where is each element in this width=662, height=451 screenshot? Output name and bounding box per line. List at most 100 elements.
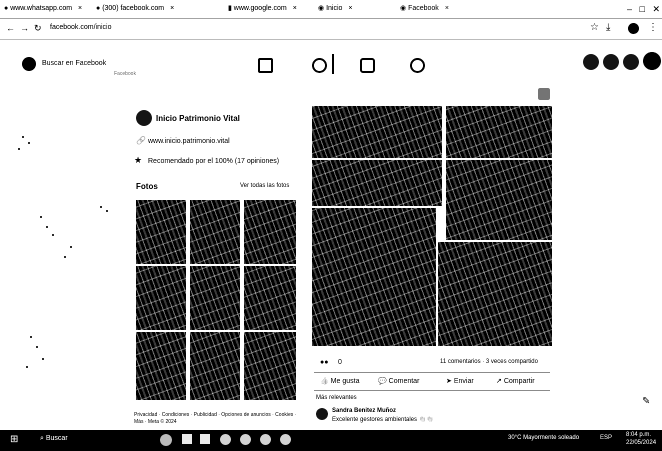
- share-icon: ↗: [496, 378, 502, 385]
- windows-start-icon[interactable]: ⊞: [10, 434, 18, 445]
- send-icon: ➤: [446, 378, 452, 385]
- search-icon: ⌕: [40, 435, 44, 442]
- photo-thumbnail[interactable]: [244, 200, 296, 264]
- tab-label: www.google.com: [233, 5, 287, 12]
- more-options-icon[interactable]: [538, 88, 550, 100]
- taskbar-app-icon[interactable]: [240, 434, 251, 445]
- page-footer[interactable]: Privacidad · Condiciones · Publicidad · …: [134, 412, 300, 426]
- address-input[interactable]: facebook.com/inicio: [50, 24, 111, 31]
- home-icon[interactable]: [258, 58, 273, 73]
- reactions-icon[interactable]: ●●: [320, 358, 328, 367]
- tab-label: Inicio: [326, 5, 343, 12]
- sidebar-caption: Facebook: [114, 71, 136, 77]
- maximize-icon[interactable]: □: [640, 4, 645, 14]
- taskbar-app-icon[interactable]: [280, 434, 291, 445]
- post-photo[interactable]: [438, 242, 552, 346]
- menu-icon[interactable]: ⋮: [648, 22, 658, 33]
- reload-icon[interactable]: ↻: [34, 23, 42, 34]
- profile-avatar[interactable]: [628, 23, 639, 34]
- post-photo[interactable]: [312, 208, 436, 346]
- send-button[interactable]: ➤ Enviar: [446, 377, 474, 386]
- browser-tab[interactable]: ● (300) facebook.com ×: [96, 2, 226, 16]
- recommendation-text: Recomendado por el 100% (17 opiniones): [148, 158, 280, 165]
- taskbar-app-icon[interactable]: [182, 434, 192, 444]
- right-sidebar: ✎: [554, 96, 662, 430]
- photo-thumbnail[interactable]: [244, 332, 296, 400]
- window-controls: – □ ✕: [560, 2, 660, 16]
- browser-tab[interactable]: ◉ Inicio ×: [318, 2, 398, 16]
- like-icon: 👍: [320, 378, 329, 385]
- close-icon[interactable]: ×: [293, 5, 297, 12]
- taskbar-app-icon[interactable]: [260, 434, 271, 445]
- notifications-icon[interactable]: [623, 54, 639, 70]
- photo-thumbnail[interactable]: [136, 332, 186, 400]
- close-icon[interactable]: ×: [348, 5, 352, 12]
- like-label: Me gusta: [330, 378, 360, 385]
- active-tab-indicator: [332, 54, 334, 74]
- page-avatar[interactable]: [136, 110, 152, 126]
- photo-thumbnail[interactable]: [190, 332, 240, 400]
- photo-thumbnail[interactable]: [190, 200, 240, 264]
- groups-icon[interactable]: [410, 58, 425, 73]
- photo-thumbnail[interactable]: [136, 266, 186, 330]
- star-icon: ★: [134, 155, 143, 165]
- forward-icon[interactable]: →: [20, 23, 29, 33]
- comment-icon: 💬: [378, 378, 387, 385]
- close-icon[interactable]: ×: [78, 5, 82, 12]
- post-photo[interactable]: [446, 160, 552, 240]
- new-message-icon[interactable]: ✎: [642, 396, 650, 407]
- facebook-logo-icon[interactable]: [22, 57, 36, 71]
- marketplace-icon[interactable]: [360, 58, 375, 73]
- see-all-photos-link[interactable]: Ver todas las fotos: [240, 182, 289, 191]
- comment-author[interactable]: Sandra Benitez Muñoz: [332, 407, 396, 416]
- divider: [314, 372, 550, 373]
- taskbar-search[interactable]: ⌕ Buscar: [40, 435, 68, 443]
- language-indicator[interactable]: ESP: [600, 435, 612, 441]
- post-photo[interactable]: [312, 160, 442, 206]
- feed-post: ●● 0 11 comentarios · 3 veces compartido…: [308, 88, 554, 430]
- download-icon[interactable]: ⤓: [606, 22, 610, 33]
- post-photo[interactable]: [446, 106, 552, 158]
- taskbar-app-icon[interactable]: [160, 434, 172, 446]
- relevance-filter[interactable]: Más relevantes: [316, 394, 357, 403]
- browser-tab[interactable]: ● www.whatsapp.com ×: [4, 2, 94, 16]
- video-icon[interactable]: [312, 58, 327, 73]
- taskbar-app-icon[interactable]: [200, 434, 210, 444]
- page-link[interactable]: www.inicio.patrimonio.vital: [148, 137, 230, 146]
- search-label: Buscar: [45, 435, 68, 442]
- commenter-avatar[interactable]: [316, 408, 328, 420]
- account-avatar[interactable]: [643, 52, 661, 70]
- address-bar-row: ← → ↻ facebook.com/inicio ☆ ⤓ ⋮: [0, 19, 662, 40]
- taskbar-app-icon[interactable]: [220, 434, 231, 445]
- reactions-count[interactable]: 0: [338, 358, 342, 367]
- photo-thumbnail[interactable]: [190, 266, 240, 330]
- menu-grid-icon[interactable]: [583, 54, 599, 70]
- close-icon[interactable]: ✕: [652, 4, 660, 14]
- page-name[interactable]: Inicio Patrimonio Vital: [156, 114, 240, 123]
- close-icon[interactable]: ×: [445, 5, 449, 12]
- close-icon[interactable]: ×: [170, 5, 174, 12]
- clock[interactable]: 8:04 p.m. 22/05/2024: [626, 431, 656, 447]
- browser-tab-bar: ● www.whatsapp.com × ● (300) facebook.com…: [0, 0, 662, 19]
- back-icon[interactable]: ←: [6, 23, 15, 33]
- link-icon: 🔗: [136, 136, 146, 145]
- photo-thumbnail[interactable]: [136, 200, 186, 264]
- photo-thumbnail[interactable]: [244, 266, 296, 330]
- photos-grid: [136, 200, 296, 400]
- comment-text: Excelente gestores ambientales 👏👏: [332, 417, 434, 423]
- minimize-icon[interactable]: –: [627, 4, 632, 14]
- search-input[interactable]: Buscar en Facebook: [42, 59, 106, 68]
- taskbar: ⊞ ⌕ Buscar 30°C Mayormente soleado ESP 8…: [0, 430, 662, 451]
- post-photo[interactable]: [312, 106, 442, 158]
- browser-tab-active[interactable]: ◉ Facebook ×: [400, 2, 496, 16]
- share-button[interactable]: ↗ Compartir: [496, 377, 535, 386]
- tab-label: (300) facebook.com: [102, 5, 165, 12]
- comment-button[interactable]: 💬 Comentar: [378, 377, 419, 386]
- share-label: Compartir: [503, 378, 535, 385]
- like-button[interactable]: 👍 Me gusta: [320, 377, 359, 386]
- comments-shares[interactable]: 11 comentarios · 3 veces compartido: [440, 358, 538, 367]
- weather-widget[interactable]: 30°C Mayormente soleado: [508, 435, 579, 441]
- star-icon[interactable]: ☆: [590, 22, 599, 33]
- messenger-icon[interactable]: [603, 54, 619, 70]
- browser-tab[interactable]: ▮ www.google.com ×: [228, 2, 314, 16]
